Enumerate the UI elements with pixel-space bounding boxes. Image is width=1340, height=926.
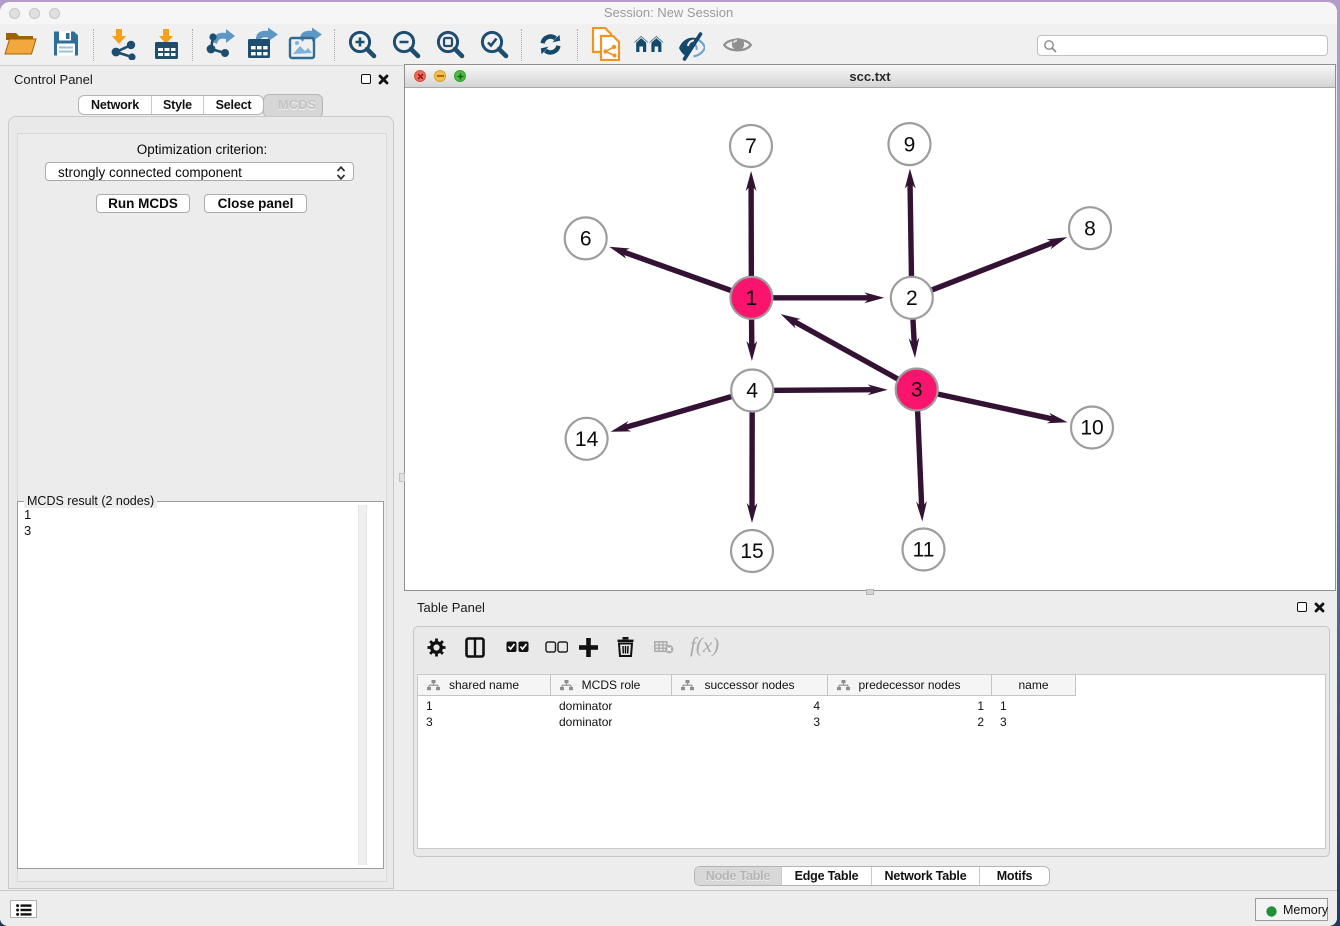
svg-text:4: 4 <box>746 380 758 403</box>
svg-text:1: 1 <box>746 287 758 310</box>
svg-text:2: 2 <box>906 287 918 310</box>
svg-text:14: 14 <box>575 428 599 451</box>
svg-text:11: 11 <box>913 539 935 562</box>
svg-text:3: 3 <box>911 379 923 402</box>
svg-text:10: 10 <box>1080 417 1103 440</box>
svg-text:9: 9 <box>904 133 916 156</box>
svg-text:7: 7 <box>745 135 757 158</box>
svg-text:6: 6 <box>580 228 592 251</box>
svg-text:8: 8 <box>1084 217 1096 240</box>
svg-text:15: 15 <box>740 540 763 563</box>
